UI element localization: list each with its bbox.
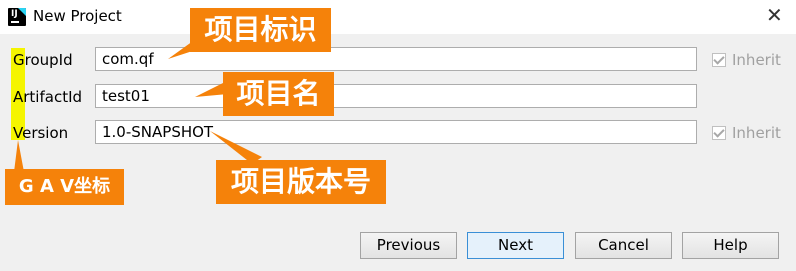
version-inherit[interactable]: Inherit [712, 124, 781, 142]
intellij-icon: IJ [8, 8, 26, 26]
groupid-field[interactable]: com.qf [95, 47, 697, 71]
groupid-label: GroupId [13, 51, 73, 69]
title-bar: IJ New Project ✕ [0, 0, 796, 34]
version-inherit-checkbox[interactable] [712, 126, 726, 140]
artifact-annotation: 项目名 [223, 72, 334, 116]
close-icon[interactable]: ✕ [766, 5, 783, 25]
groupid-inherit-checkbox[interactable] [712, 53, 726, 67]
groupid-inherit[interactable]: Inherit [712, 51, 781, 69]
inherit-label: Inherit [732, 51, 781, 69]
window-title: New Project [33, 7, 122, 25]
version-field[interactable]: 1.0-SNAPSHOT [95, 120, 697, 144]
cancel-button[interactable]: Cancel [575, 232, 672, 259]
group-annotation: 项目标识 [190, 8, 331, 52]
next-button[interactable]: Next [467, 232, 564, 259]
help-button[interactable]: Help [682, 232, 779, 259]
artifactid-label: ArtifactId [13, 88, 83, 106]
inherit-label: Inherit [732, 124, 781, 142]
artifactid-field[interactable]: test01 [95, 84, 697, 108]
gav-annotation: G A V坐标 [5, 169, 124, 205]
version-annotation: 项目版本号 [216, 160, 386, 204]
previous-button[interactable]: Previous [360, 232, 457, 259]
version-label: Version [13, 124, 69, 142]
